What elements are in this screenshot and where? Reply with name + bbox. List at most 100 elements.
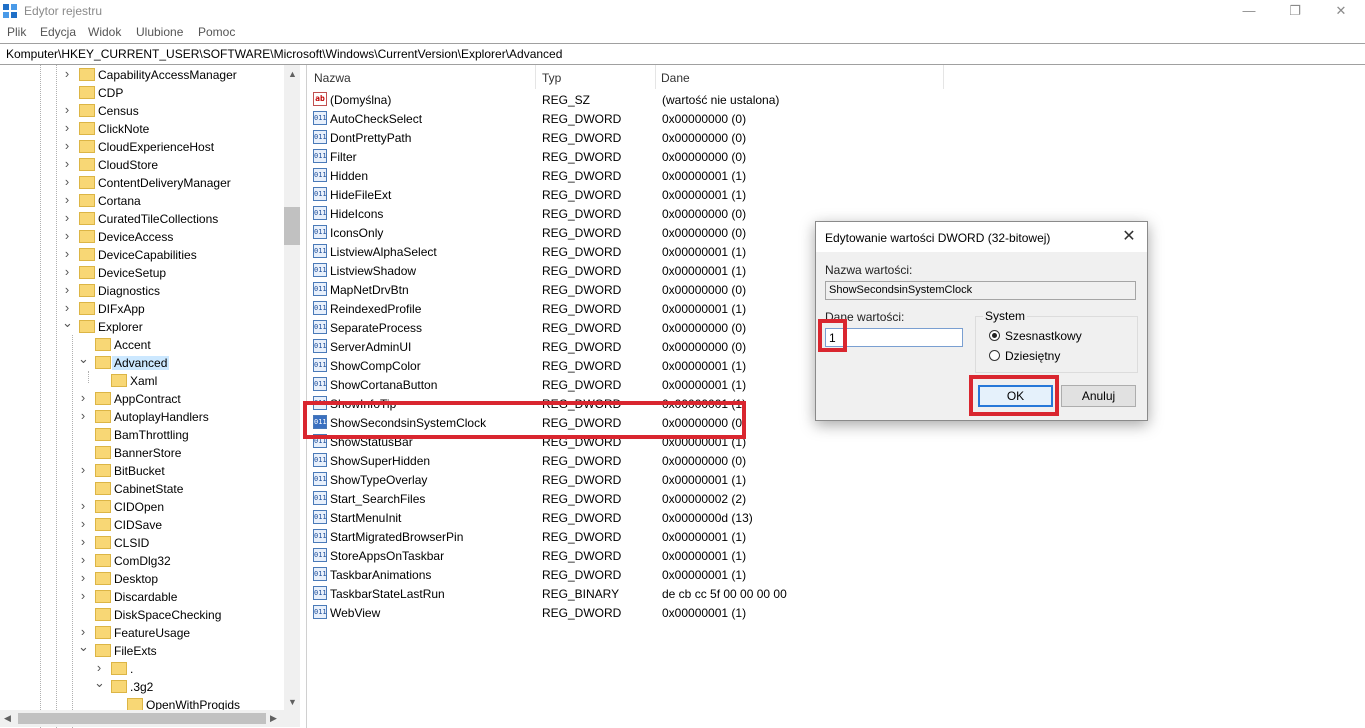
chevron-right-icon[interactable]: ›	[94, 660, 104, 675]
tree-item[interactable]: BamThrottling	[0, 426, 284, 444]
pane-splitter[interactable]	[300, 65, 307, 728]
chevron-right-icon[interactable]: ›	[78, 516, 88, 531]
tree-item[interactable]: › ContentDeliveryManager	[0, 174, 284, 192]
chevron-right-icon[interactable]: ›	[62, 228, 72, 243]
menu-file[interactable]: Plik	[7, 25, 26, 39]
chevron-right-icon[interactable]: ›	[78, 498, 88, 513]
chevron-right-icon[interactable]: ›	[62, 264, 72, 279]
tree-item[interactable]: › Census	[0, 102, 284, 120]
chevron-down-icon[interactable]: ⌄	[78, 351, 89, 367]
tree-item[interactable]: › BitBucket	[0, 462, 284, 480]
tree-item[interactable]: › FeatureUsage	[0, 624, 284, 642]
column-data[interactable]: Dane	[656, 65, 944, 89]
menu-favorites[interactable]: Ulubione	[136, 25, 183, 39]
chevron-right-icon[interactable]: ›	[62, 282, 72, 297]
column-type[interactable]: Typ	[536, 65, 656, 89]
scroll-up-arrow-icon[interactable]: ▲	[288, 69, 297, 79]
tree-vertical-scroll-thumb[interactable]	[284, 207, 300, 245]
scroll-left-arrow-icon[interactable]: ◀	[4, 713, 11, 724]
chevron-right-icon[interactable]: ›	[78, 534, 88, 549]
chevron-right-icon[interactable]: ›	[78, 390, 88, 405]
chevron-right-icon[interactable]: ›	[62, 210, 72, 225]
tree-vertical-scrollbar[interactable]	[284, 65, 300, 710]
radio-decimal-label[interactable]: Dziesiętny	[1005, 349, 1060, 363]
tree-item[interactable]: ⌄ Explorer	[0, 315, 284, 336]
tree-item[interactable]: CabinetState	[0, 480, 284, 498]
value-row[interactable]: 011 Start_SearchFiles REG_DWORD 0x00000002 …	[307, 489, 947, 508]
menu-help[interactable]: Pomoc	[198, 25, 235, 39]
tree-item[interactable]: › CIDSave	[0, 516, 284, 534]
chevron-right-icon[interactable]: ›	[62, 246, 72, 261]
chevron-right-icon[interactable]: ›	[78, 588, 88, 603]
cancel-button[interactable]: Anuluj	[1061, 385, 1136, 407]
value-row[interactable]: 011 HideFileExt REG_DWORD 0x00000001 (1)	[307, 185, 947, 204]
tree-item[interactable]: ›.	[0, 660, 284, 678]
value-row[interactable]: 011 TaskbarAnimations REG_DWORD 0x00000001 …	[307, 565, 947, 584]
chevron-right-icon[interactable]: ›	[78, 408, 88, 423]
chevron-right-icon[interactable]: ›	[78, 462, 88, 477]
tree-item[interactable]: › CLSID	[0, 534, 284, 552]
tree-item[interactable]: › DeviceCapabilities	[0, 246, 284, 264]
chevron-down-icon[interactable]: ⌄	[94, 675, 105, 691]
chevron-right-icon[interactable]: ›	[62, 138, 72, 153]
restore-button[interactable]: ❐	[1272, 0, 1318, 22]
chevron-right-icon[interactable]: ›	[78, 552, 88, 567]
chevron-down-icon[interactable]: ⌄	[78, 639, 89, 655]
value-row[interactable]: ab (Domyślna) REG_SZ (wartość nie ustalona)	[307, 90, 947, 109]
chevron-right-icon[interactable]: ›	[62, 192, 72, 207]
value-row[interactable]: 011 StartMenuInit REG_DWORD 0x0000000d (13)	[307, 508, 947, 527]
value-row[interactable]: 011 Hidden REG_DWORD 0x00000001 (1)	[307, 166, 947, 185]
tree-item[interactable]: › CapabilityAccessManager	[0, 66, 284, 84]
tree-item[interactable]: › DeviceSetup	[0, 264, 284, 282]
tree-item[interactable]: › Discardable	[0, 588, 284, 606]
tree-item[interactable]: › CloudStore	[0, 156, 284, 174]
tree-item[interactable]: › ClickNote	[0, 120, 284, 138]
value-row[interactable]: 011 WebView REG_DWORD 0x00000001 (1)	[307, 603, 947, 622]
tree-item[interactable]: › CuratedTileCollections	[0, 210, 284, 228]
chevron-down-icon[interactable]: ⌄	[62, 315, 73, 331]
tree-item[interactable]: › DIFxApp	[0, 300, 284, 318]
tree-item[interactable]: › Cortana	[0, 192, 284, 210]
scroll-right-arrow-icon[interactable]: ▶	[270, 713, 277, 724]
tree-item[interactable]: › AutoplayHandlers	[0, 408, 284, 426]
menu-view[interactable]: Widok	[88, 25, 121, 39]
value-row[interactable]: 011 DontPrettyPath REG_DWORD 0x00000000 (0)	[307, 128, 947, 147]
value-row[interactable]: 011 StartMigratedBrowserPin REG_DWORD 0x000…	[307, 527, 947, 546]
radio-decimal[interactable]	[989, 350, 1000, 361]
value-row[interactable]: 011 ShowTypeOverlay REG_DWORD 0x00000001 (1…	[307, 470, 947, 489]
tree-item[interactable]: CDP	[0, 84, 284, 102]
chevron-right-icon[interactable]: ›	[62, 156, 72, 171]
chevron-right-icon[interactable]: ›	[78, 624, 88, 639]
tree-item[interactable]: › CloudExperienceHost	[0, 138, 284, 156]
value-row[interactable]: 011 TaskbarStateLastRun REG_BINARY de cb cc…	[307, 584, 947, 603]
tree-item[interactable]: Accent	[0, 336, 284, 354]
tree-item[interactable]: › ComDlg32	[0, 552, 284, 570]
close-button[interactable]: ✕	[1318, 0, 1364, 22]
menu-edit[interactable]: Edycja	[40, 25, 76, 39]
radio-hexadecimal-label[interactable]: Szesnastkowy	[1005, 329, 1082, 343]
chevron-right-icon[interactable]: ›	[62, 102, 72, 117]
radio-hexadecimal[interactable]	[989, 330, 1000, 341]
column-separator[interactable]	[943, 65, 944, 89]
dialog-close-icon[interactable]: ✕	[1117, 226, 1141, 248]
tree-item[interactable]: › AppContract	[0, 390, 284, 408]
tree-horizontal-scroll-thumb[interactable]	[18, 713, 266, 724]
address-bar[interactable]: Komputer\HKEY_CURRENT_USER\SOFTWARE\Micr…	[0, 43, 1365, 65]
tree-item[interactable]: › Diagnostics	[0, 282, 284, 300]
value-row[interactable]: 011 ShowSuperHidden REG_DWORD 0x00000000 (0…	[307, 451, 947, 470]
value-row[interactable]: 011 StoreAppsOnTaskbar REG_DWORD 0x00000001…	[307, 546, 947, 565]
value-row[interactable]: 011 AutoCheckSelect REG_DWORD 0x00000000 (0…	[307, 109, 947, 128]
tree-item[interactable]: › Desktop	[0, 570, 284, 588]
chevron-right-icon[interactable]: ›	[62, 300, 72, 315]
value-row[interactable]: 011 Filter REG_DWORD 0x00000000 (0)	[307, 147, 947, 166]
tree-item[interactable]: ⌄ Advanced	[0, 351, 284, 372]
minimize-button[interactable]: —	[1226, 0, 1272, 22]
tree-item[interactable]: ⌄ .3g2	[0, 675, 284, 696]
tree-item[interactable]: › CIDOpen	[0, 498, 284, 516]
chevron-right-icon[interactable]: ›	[62, 66, 72, 81]
tree-item[interactable]: Xaml	[0, 372, 284, 390]
tree-item[interactable]: DiskSpaceChecking	[0, 606, 284, 624]
scroll-down-arrow-icon[interactable]: ▼	[288, 697, 297, 707]
tree-item[interactable]: › DeviceAccess	[0, 228, 284, 246]
chevron-right-icon[interactable]: ›	[62, 174, 72, 189]
